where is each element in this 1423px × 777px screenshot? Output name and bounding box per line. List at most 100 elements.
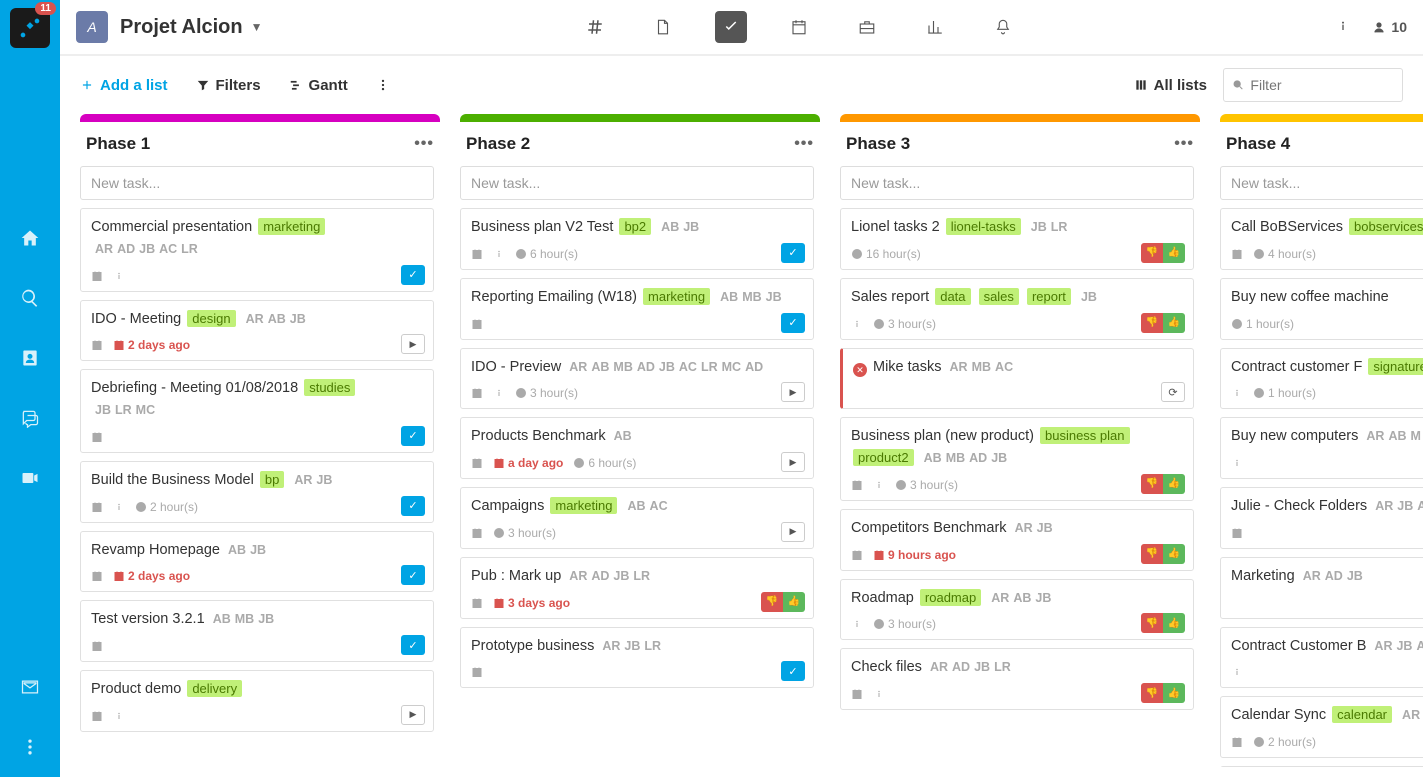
task-card[interactable]: Buy new coffee machine 1 hour(s) (1220, 278, 1423, 340)
task-card[interactable]: Campaigns marketing ABAC 3 hour(s) ▶ (460, 487, 814, 549)
vote-down-button[interactable]: 👎 (1141, 474, 1163, 494)
view-notifications[interactable] (987, 11, 1019, 43)
nav-more[interactable] (0, 717, 60, 777)
task-card[interactable]: Call customer E (Canada) client (1220, 766, 1423, 767)
assignee-initials: AB (627, 499, 645, 513)
task-card[interactable]: Pub : Mark up ARADJBLR 3 days ago 👎👍 (460, 557, 814, 619)
play-button[interactable]: ▶ (781, 452, 805, 472)
calendar-icon (471, 457, 483, 469)
task-card[interactable]: Product demo delivery ▶ (80, 670, 434, 732)
toolbar-more[interactable] (376, 78, 390, 92)
column-menu[interactable]: ••• (794, 135, 814, 153)
vote-down-button[interactable]: 👎 (1141, 313, 1163, 333)
task-card[interactable]: Sales report data sales report JB 3 hour… (840, 278, 1194, 340)
column-menu[interactable]: ••• (414, 135, 434, 153)
task-card[interactable]: Call BoBServices bobservices 4 hour(s) (1220, 208, 1423, 270)
task-card[interactable]: Calendar Sync calendar ARAl 2 hour(s) (1220, 696, 1423, 758)
complete-button[interactable]: ✓ (401, 565, 425, 585)
task-card[interactable]: Build the Business Model bp ARJB 2 hour(… (80, 461, 434, 523)
complete-button[interactable]: ✓ (401, 426, 425, 446)
nav-chat[interactable] (0, 388, 60, 448)
view-briefcase[interactable] (851, 11, 883, 43)
view-file[interactable] (647, 11, 679, 43)
task-card[interactable]: IDO - Meeting design ARABJB 2 days ago ▶ (80, 300, 434, 362)
vote-down-button[interactable]: 👎 (1141, 243, 1163, 263)
task-card[interactable]: Check files ARADJBLR 👎👍 (840, 648, 1194, 710)
task-card[interactable]: ✕Mike tasks ARMBAC ⟳ (840, 348, 1194, 410)
task-tag: bp (260, 471, 284, 488)
column-menu[interactable]: ••• (1174, 135, 1194, 153)
complete-button[interactable]: ✓ (401, 635, 425, 655)
all-lists-button[interactable]: All lists (1134, 77, 1207, 94)
toolbar: Add a list Filters Gantt All lists (60, 56, 1423, 114)
add-list-button[interactable]: Add a list (80, 77, 168, 94)
complete-button[interactable]: ✓ (781, 243, 805, 263)
task-card[interactable]: Prototype business ARJBLR ✓ (460, 627, 814, 689)
new-task-input[interactable]: New task... (1220, 166, 1423, 200)
nav-contacts[interactable] (0, 328, 60, 388)
task-card[interactable]: Marketing ARADJB (1220, 557, 1423, 619)
vote-down-button[interactable]: 👎 (761, 592, 783, 612)
vote-down-button[interactable]: 👎 (1141, 544, 1163, 564)
complete-button[interactable]: ✓ (401, 265, 425, 285)
filter-input[interactable] (1250, 77, 1394, 93)
complete-button[interactable]: ✓ (401, 496, 425, 516)
view-hash[interactable] (579, 11, 611, 43)
task-card[interactable]: Test version 3.2.1 ABMBJB ✓ (80, 600, 434, 662)
sync-button[interactable]: ⟳ (1161, 382, 1185, 402)
new-task-input[interactable]: New task... (80, 166, 434, 200)
vote-up-button[interactable]: 👍 (1163, 474, 1185, 494)
task-card[interactable]: Reporting Emailing (W18) marketing ABMBJ… (460, 278, 814, 340)
task-card[interactable]: Contract Customer B ARJBA (1220, 627, 1423, 689)
vote-down-button[interactable]: 👎 (1141, 613, 1163, 633)
view-calendar[interactable] (783, 11, 815, 43)
duration: 6 hour(s) (515, 247, 578, 261)
filter-box[interactable] (1223, 68, 1403, 102)
nav-home[interactable] (0, 208, 60, 268)
view-tasks[interactable] (715, 11, 747, 43)
play-button[interactable]: ▶ (401, 334, 425, 354)
vote-up-button[interactable]: 👍 (1163, 613, 1185, 633)
task-card[interactable]: Roadmap roadmap ARABJB 3 hour(s) 👎👍 (840, 579, 1194, 641)
assignee-initials: JB (659, 360, 675, 374)
play-button[interactable]: ▶ (781, 382, 805, 402)
vote-down-button[interactable]: 👎 (1141, 683, 1163, 703)
complete-button[interactable]: ✓ (781, 313, 805, 333)
vote-up-button[interactable]: 👍 (783, 592, 805, 612)
play-button[interactable]: ▶ (401, 705, 425, 725)
gantt-button[interactable]: Gantt (289, 77, 348, 94)
task-card[interactable]: IDO - Preview ARABMBADJBACLRMCAD 3 hour(… (460, 348, 814, 410)
nav-search[interactable] (0, 268, 60, 328)
user-count[interactable]: 10 (1371, 19, 1407, 35)
task-card[interactable]: Products Benchmark AB a day ago 6 hour(s… (460, 417, 814, 479)
vote-up-button[interactable]: 👍 (1163, 313, 1185, 333)
task-card[interactable]: Competitors Benchmark ARJB 9 hours ago 👎… (840, 509, 1194, 571)
new-task-input[interactable]: New task... (460, 166, 814, 200)
vote-up-button[interactable]: 👍 (1163, 243, 1185, 263)
nav-video[interactable] (0, 448, 60, 508)
task-card[interactable]: Business plan (new product) business pla… (840, 417, 1194, 501)
assignee-initials: JB (974, 660, 990, 674)
project-selector[interactable]: Projet Alcion ▼ (120, 16, 263, 39)
task-card[interactable]: Contract customer F signature 1 hour(s) (1220, 348, 1423, 410)
complete-button[interactable]: ✓ (781, 661, 805, 681)
play-button[interactable]: ▶ (781, 522, 805, 542)
task-card[interactable]: Commercial presentation marketing ARADJB… (80, 208, 434, 292)
task-card[interactable]: Julie - Check Folders ARJBA (1220, 487, 1423, 549)
new-task-input[interactable]: New task... (840, 166, 1194, 200)
task-card[interactable]: Revamp Homepage ABJB 2 days ago ✓ (80, 531, 434, 593)
nav-mail[interactable] (0, 657, 60, 717)
assignee-initials: JB (316, 473, 332, 487)
task-card[interactable]: Debriefing - Meeting 01/08/2018 studies … (80, 369, 434, 453)
filters-button[interactable]: Filters (196, 77, 261, 94)
view-stats[interactable] (919, 11, 951, 43)
vote-up-button[interactable]: 👍 (1163, 683, 1185, 703)
task-card[interactable]: Business plan V2 Test bp2 ABJB 6 hour(s)… (460, 208, 814, 270)
task-card[interactable]: Lionel tasks 2 lionel-tasks JBLR 16 hour… (840, 208, 1194, 270)
info-icon[interactable] (1335, 18, 1351, 36)
assignee-initials: LR (644, 639, 661, 653)
duration: 6 hour(s) (573, 456, 636, 470)
task-card[interactable]: Buy new computers ARABM (1220, 417, 1423, 479)
vote-up-button[interactable]: 👍 (1163, 544, 1185, 564)
app-logo[interactable]: 11 (10, 8, 50, 48)
